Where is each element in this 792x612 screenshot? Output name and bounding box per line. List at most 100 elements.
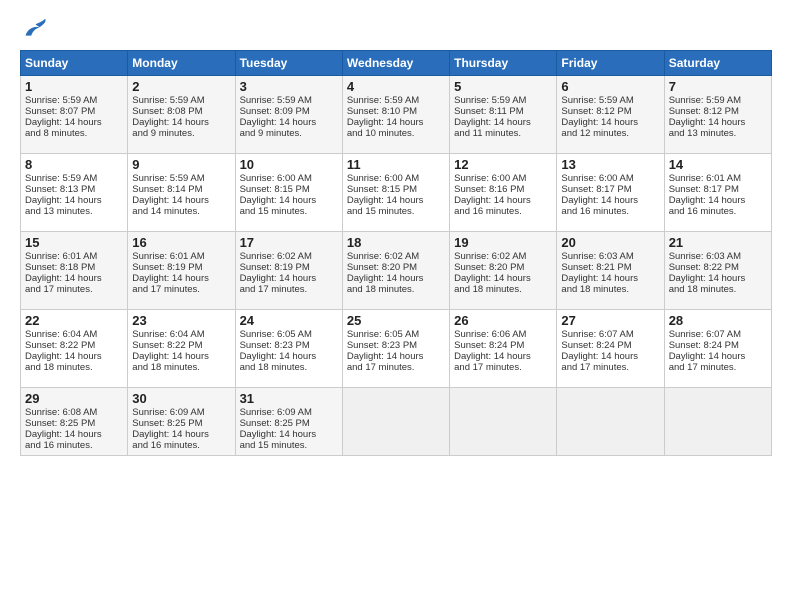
sunrise-text: Sunrise: 6:00 AM — [561, 173, 633, 184]
sunrise-text: Sunrise: 5:59 AM — [561, 95, 633, 106]
daylight-label: Daylight: 14 hours — [454, 351, 531, 362]
calendar-cell: 24Sunrise: 6:05 AMSunset: 8:23 PMDayligh… — [235, 310, 342, 388]
sunset-text: Sunset: 8:17 PM — [561, 184, 631, 195]
calendar-cell: 10Sunrise: 6:00 AMSunset: 8:15 PMDayligh… — [235, 154, 342, 232]
sunset-text: Sunset: 8:22 PM — [25, 340, 95, 351]
sunrise-text: Sunrise: 6:04 AM — [132, 329, 204, 340]
day-number: 12 — [454, 157, 552, 172]
day-number: 20 — [561, 235, 659, 250]
daylight-label: Daylight: 14 hours — [240, 429, 317, 440]
sunset-text: Sunset: 8:08 PM — [132, 106, 202, 117]
daylight-minutes: and 9 minutes. — [240, 128, 302, 139]
daylight-minutes: and 9 minutes. — [132, 128, 194, 139]
calendar-cell: 4Sunrise: 5:59 AMSunset: 8:10 PMDaylight… — [342, 76, 449, 154]
daylight-label: Daylight: 14 hours — [25, 273, 102, 284]
sunset-text: Sunset: 8:12 PM — [561, 106, 631, 117]
daylight-label: Daylight: 14 hours — [454, 195, 531, 206]
daylight-label: Daylight: 14 hours — [347, 351, 424, 362]
day-number: 18 — [347, 235, 445, 250]
sunset-text: Sunset: 8:13 PM — [25, 184, 95, 195]
sunrise-text: Sunrise: 6:02 AM — [240, 251, 312, 262]
daylight-minutes: and 18 minutes. — [454, 284, 522, 295]
day-number: 9 — [132, 157, 230, 172]
day-number: 23 — [132, 313, 230, 328]
sunrise-text: Sunrise: 6:08 AM — [25, 407, 97, 418]
sunrise-text: Sunrise: 6:09 AM — [132, 407, 204, 418]
calendar-cell: 2Sunrise: 5:59 AMSunset: 8:08 PMDaylight… — [128, 76, 235, 154]
daylight-minutes: and 18 minutes. — [240, 362, 308, 373]
calendar-week-row: 8Sunrise: 5:59 AMSunset: 8:13 PMDaylight… — [21, 154, 772, 232]
day-number: 13 — [561, 157, 659, 172]
day-number: 2 — [132, 79, 230, 94]
daylight-minutes: and 15 minutes. — [347, 206, 415, 217]
day-number: 29 — [25, 391, 123, 406]
logo-bird-icon — [20, 16, 48, 44]
daylight-label: Daylight: 14 hours — [132, 273, 209, 284]
sunrise-text: Sunrise: 6:00 AM — [454, 173, 526, 184]
calendar-cell: 12Sunrise: 6:00 AMSunset: 8:16 PMDayligh… — [450, 154, 557, 232]
daylight-label: Daylight: 14 hours — [132, 117, 209, 128]
col-header-tuesday: Tuesday — [235, 51, 342, 76]
daylight-minutes: and 18 minutes. — [25, 362, 93, 373]
col-header-friday: Friday — [557, 51, 664, 76]
calendar-cell: 16Sunrise: 6:01 AMSunset: 8:19 PMDayligh… — [128, 232, 235, 310]
calendar-cell: 19Sunrise: 6:02 AMSunset: 8:20 PMDayligh… — [450, 232, 557, 310]
day-number: 11 — [347, 157, 445, 172]
daylight-minutes: and 17 minutes. — [561, 362, 629, 373]
daylight-minutes: and 18 minutes. — [669, 284, 737, 295]
calendar-cell: 20Sunrise: 6:03 AMSunset: 8:21 PMDayligh… — [557, 232, 664, 310]
calendar-cell — [557, 388, 664, 456]
calendar-cell: 23Sunrise: 6:04 AMSunset: 8:22 PMDayligh… — [128, 310, 235, 388]
calendar-cell: 9Sunrise: 5:59 AMSunset: 8:14 PMDaylight… — [128, 154, 235, 232]
daylight-label: Daylight: 14 hours — [454, 273, 531, 284]
daylight-label: Daylight: 14 hours — [132, 351, 209, 362]
calendar-cell: 26Sunrise: 6:06 AMSunset: 8:24 PMDayligh… — [450, 310, 557, 388]
sunset-text: Sunset: 8:23 PM — [347, 340, 417, 351]
daylight-label: Daylight: 14 hours — [669, 351, 746, 362]
daylight-label: Daylight: 14 hours — [25, 117, 102, 128]
daylight-minutes: and 17 minutes. — [454, 362, 522, 373]
day-number: 14 — [669, 157, 767, 172]
day-number: 21 — [669, 235, 767, 250]
sunrise-text: Sunrise: 5:59 AM — [669, 95, 741, 106]
daylight-label: Daylight: 14 hours — [240, 117, 317, 128]
sunset-text: Sunset: 8:12 PM — [669, 106, 739, 117]
daylight-label: Daylight: 14 hours — [25, 195, 102, 206]
sunset-text: Sunset: 8:25 PM — [132, 418, 202, 429]
sunrise-text: Sunrise: 6:01 AM — [25, 251, 97, 262]
day-number: 8 — [25, 157, 123, 172]
sunset-text: Sunset: 8:24 PM — [454, 340, 524, 351]
col-header-sunday: Sunday — [21, 51, 128, 76]
sunrise-text: Sunrise: 6:03 AM — [669, 251, 741, 262]
day-number: 31 — [240, 391, 338, 406]
sunset-text: Sunset: 8:16 PM — [454, 184, 524, 195]
sunset-text: Sunset: 8:14 PM — [132, 184, 202, 195]
calendar-cell: 6Sunrise: 5:59 AMSunset: 8:12 PMDaylight… — [557, 76, 664, 154]
sunrise-text: Sunrise: 6:02 AM — [347, 251, 419, 262]
sunrise-text: Sunrise: 5:59 AM — [347, 95, 419, 106]
sunrise-text: Sunrise: 6:07 AM — [669, 329, 741, 340]
calendar-cell: 30Sunrise: 6:09 AMSunset: 8:25 PMDayligh… — [128, 388, 235, 456]
sunrise-text: Sunrise: 6:05 AM — [240, 329, 312, 340]
daylight-minutes: and 17 minutes. — [132, 284, 200, 295]
sunrise-text: Sunrise: 6:00 AM — [347, 173, 419, 184]
day-number: 25 — [347, 313, 445, 328]
col-header-thursday: Thursday — [450, 51, 557, 76]
daylight-minutes: and 16 minutes. — [132, 440, 200, 451]
day-number: 28 — [669, 313, 767, 328]
sunset-text: Sunset: 8:10 PM — [347, 106, 417, 117]
daylight-label: Daylight: 14 hours — [561, 273, 638, 284]
daylight-minutes: and 14 minutes. — [132, 206, 200, 217]
daylight-minutes: and 13 minutes. — [25, 206, 93, 217]
sunrise-text: Sunrise: 5:59 AM — [25, 95, 97, 106]
sunset-text: Sunset: 8:22 PM — [132, 340, 202, 351]
sunrise-text: Sunrise: 5:59 AM — [454, 95, 526, 106]
sunset-text: Sunset: 8:17 PM — [669, 184, 739, 195]
daylight-minutes: and 10 minutes. — [347, 128, 415, 139]
sunset-text: Sunset: 8:07 PM — [25, 106, 95, 117]
sunrise-text: Sunrise: 6:04 AM — [25, 329, 97, 340]
sunset-text: Sunset: 8:25 PM — [25, 418, 95, 429]
daylight-label: Daylight: 14 hours — [561, 195, 638, 206]
daylight-minutes: and 17 minutes. — [669, 362, 737, 373]
calendar-cell: 27Sunrise: 6:07 AMSunset: 8:24 PMDayligh… — [557, 310, 664, 388]
